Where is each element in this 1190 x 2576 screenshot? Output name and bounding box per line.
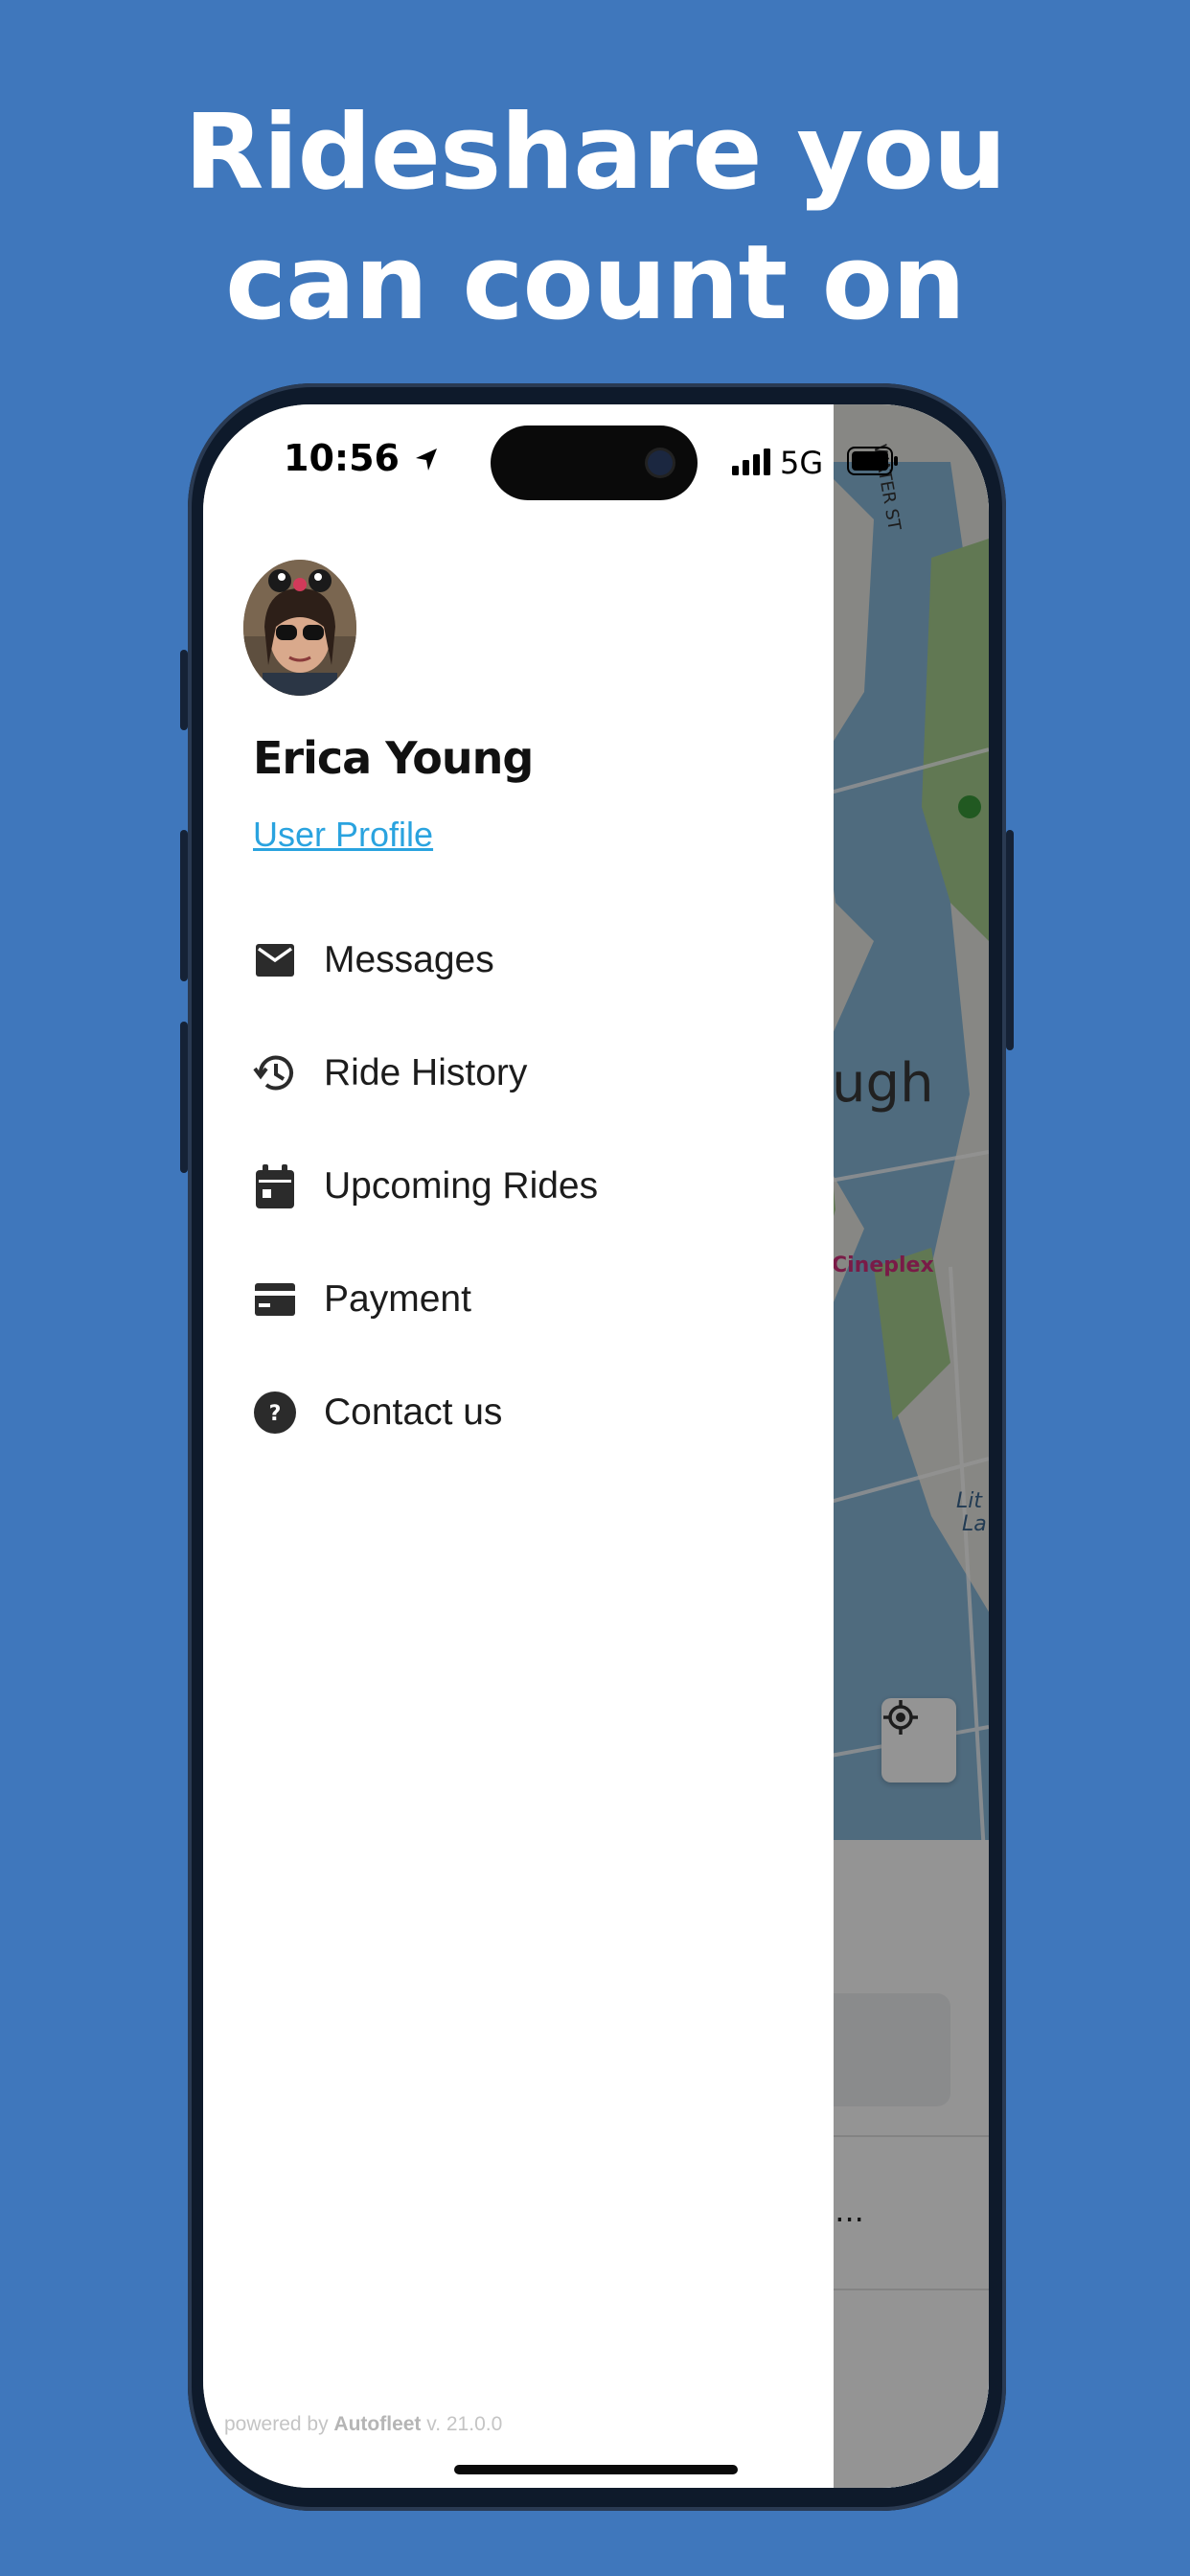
side-drawer: 10:56 Erica Young User Profile Messages … (203, 404, 834, 2488)
menu-item-label: Messages (324, 939, 494, 980)
credit-card-icon (253, 1277, 297, 1322)
menu-item-label: Payment (324, 1278, 471, 1320)
headline: Rideshare you can count on (0, 88, 1190, 349)
powered-by-footer: powered by Autofleet v. 21.0.0 (224, 2413, 502, 2436)
menu-item-label: Contact us (324, 1392, 503, 1433)
menu-item-label: Upcoming Rides (324, 1165, 599, 1207)
menu-item-messages[interactable]: Messages (253, 932, 494, 989)
headline-line-1: Rideshare you (184, 93, 1006, 213)
home-indicator[interactable] (454, 2465, 738, 2474)
battery-icon (847, 447, 898, 475)
phone-volume-down (180, 1022, 188, 1173)
footer-brand: Autofleet (333, 2413, 422, 2435)
menu-item-payment[interactable]: Payment (253, 1271, 471, 1328)
user-name: Erica Young (253, 732, 534, 784)
history-clock-icon (253, 1051, 297, 1095)
headline-line-2: can count on (225, 223, 966, 343)
phone-screen: WATER ST rough Cineplex Lit La ON,... (203, 404, 989, 2488)
user-profile-link[interactable]: User Profile (253, 815, 433, 855)
dynamic-island (491, 426, 698, 500)
network-type: 5G (780, 445, 824, 481)
envelope-icon (253, 938, 297, 982)
menu-item-contact-us[interactable]: ? Contact us (253, 1384, 502, 1441)
signal-bars-icon (732, 448, 770, 475)
phone-power-button (1006, 830, 1014, 1050)
phone-volume-up (180, 830, 188, 981)
phone-side-button (180, 650, 188, 730)
calendar-icon (253, 1164, 297, 1208)
user-avatar-photo (243, 560, 356, 696)
menu-item-upcoming-rides[interactable]: Upcoming Rides (253, 1158, 598, 1215)
menu-item-label: Ride History (324, 1052, 528, 1093)
location-arrow-icon (416, 448, 438, 471)
help-circle-icon: ? (253, 1391, 297, 1435)
camera-icon (648, 450, 673, 475)
menu-item-ride-history[interactable]: Ride History (253, 1045, 527, 1102)
svg-text:?: ? (269, 1402, 282, 1426)
footer-prefix: powered by (224, 2413, 329, 2435)
user-avatar[interactable] (243, 560, 356, 696)
footer-version: v. 21.0.0 (426, 2413, 503, 2435)
status-time: 10:56 (284, 437, 441, 479)
